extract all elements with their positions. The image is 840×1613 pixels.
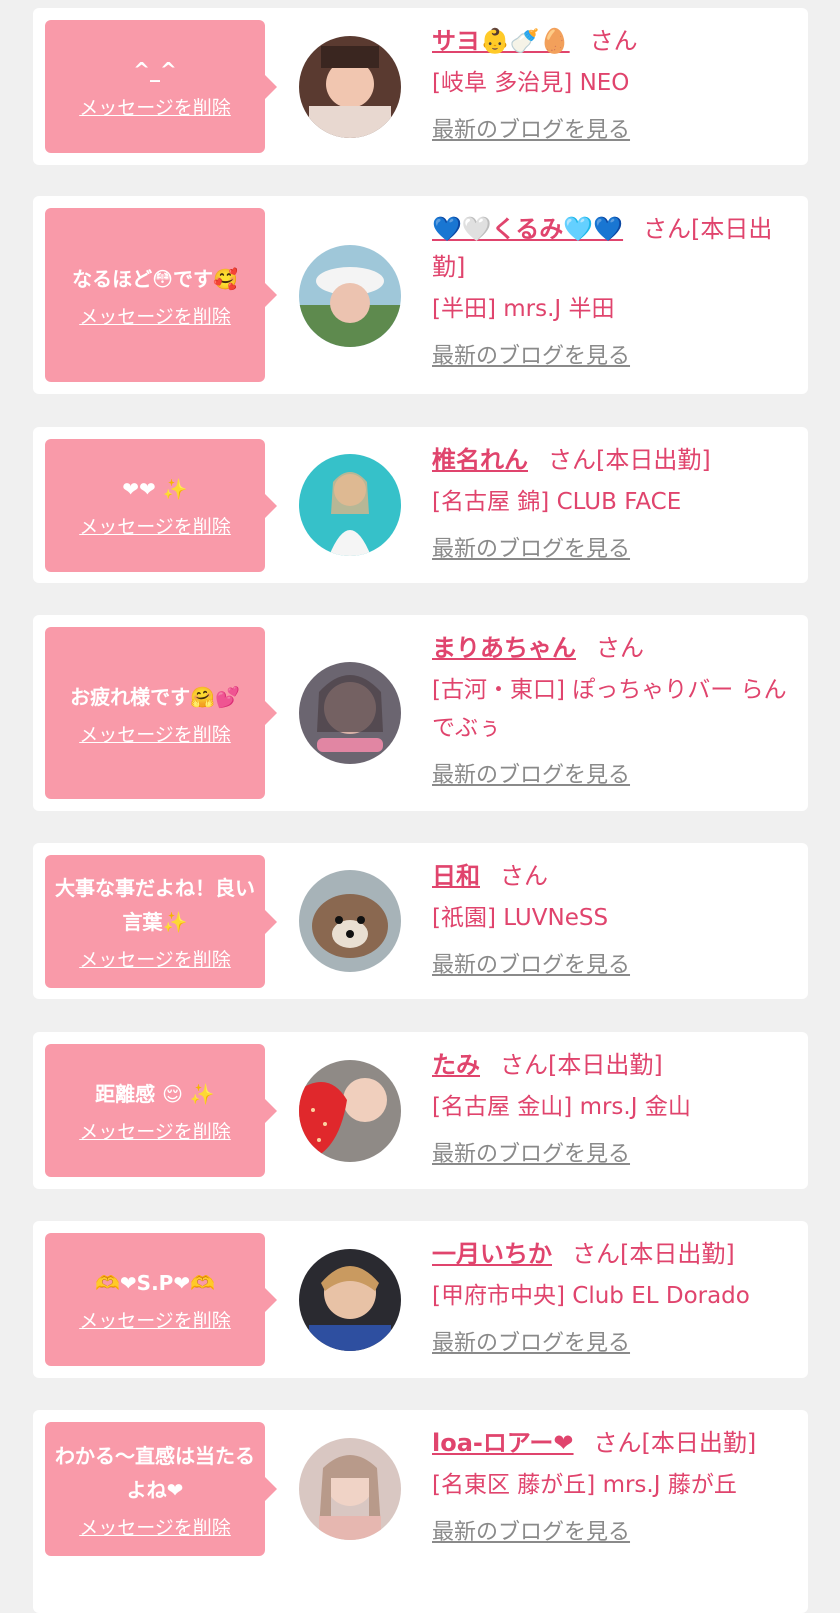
shop-info: [半田] mrs.J 半田: [432, 296, 615, 322]
card-info: 💙🤍くるみ🩵💙 さん[本日出勤] [半田] mrs.J 半田 最新のブログを見る: [432, 210, 794, 370]
user-name-link[interactable]: 一月いちか: [432, 1240, 552, 1268]
delete-message-link[interactable]: メッセージを削除: [79, 93, 231, 120]
message-card: ^_^ メッセージを削除 サヨ👶🍼🥚 さん [岐阜 多治見] NEO 最新のブログ…: [33, 8, 808, 165]
user-name-link[interactable]: 椎名れん: [432, 446, 528, 474]
shop-info: [名古屋 錦] CLUB FACE: [432, 489, 682, 515]
latest-blog-link[interactable]: 最新のブログを見る: [432, 531, 630, 563]
card-info: サヨ👶🍼🥚 さん [岐阜 多治見] NEO 最新のブログを見る: [432, 22, 794, 144]
message-bubble: ^_^ メッセージを削除: [45, 20, 277, 153]
message-card: 距離感 😌 ✨ メッセージを削除 たみ さん[本日出勤] [名古屋 金山] mrs…: [33, 1032, 808, 1189]
card-info: 日和 さん [祇園] LUVNeSS 最新のブログを見る: [432, 857, 794, 979]
avatar[interactable]: [299, 454, 401, 556]
name-line: 椎名れん さん[本日出勤]: [432, 441, 794, 479]
latest-blog-link[interactable]: 最新のブログを見る: [432, 1325, 630, 1357]
name-suffix: さん: [596, 634, 644, 662]
message-text: 🫶❤S.P❤🫶: [95, 1271, 215, 1295]
latest-blog-link[interactable]: 最新のブログを見る: [432, 112, 630, 144]
avatar[interactable]: [299, 36, 401, 138]
name-suffix: さん[本日出勤]: [500, 1051, 663, 1079]
name-suffix: さん[本日出勤]: [572, 1240, 735, 1268]
message-bubble: なるほど😳です🥰 メッセージを削除: [45, 208, 277, 382]
shop-info: [古河・東口] ぽっちゃりバー らんでぶぅ: [432, 677, 787, 741]
latest-blog-link[interactable]: 最新のブログを見る: [432, 1514, 630, 1546]
card-info: たみ さん[本日出勤] [名古屋 金山] mrs.J 金山 最新のブログを見る: [432, 1046, 794, 1168]
name-line: サヨ👶🍼🥚 さん: [432, 22, 794, 60]
message-bubble: ❤❤ ✨ メッセージを削除: [45, 439, 277, 572]
avatar[interactable]: [299, 1438, 401, 1540]
message-bubble: お疲れ様です🤗💕 メッセージを削除: [45, 627, 277, 799]
message-text: わかる〜直感は当たるよね❤: [55, 1443, 255, 1502]
name-suffix: さん[本日出勤]: [593, 1429, 757, 1457]
name-line: まりあちゃん さん: [432, 629, 794, 667]
shop-info: [岐阜 多治見] NEO: [432, 70, 630, 96]
card-info: まりあちゃん さん [古河・東口] ぽっちゃりバー らんでぶぅ 最新のブログを見る: [432, 629, 794, 789]
message-card: ❤❤ ✨ メッセージを削除 椎名れん さん[本日出勤] [名古屋 錦] CLUB …: [33, 427, 808, 583]
latest-blog-link[interactable]: 最新のブログを見る: [432, 338, 630, 370]
avatar[interactable]: [299, 245, 401, 347]
message-bubble: 大事な事だよね！良い言葉✨ メッセージを削除: [45, 855, 277, 988]
name-suffix: さん[本日出勤]: [548, 446, 711, 474]
message-card: お疲れ様です🤗💕 メッセージを削除 まりあちゃん さん [古河・東口] ぽっちゃり…: [33, 615, 808, 811]
message-text: ❤❤ ✨: [122, 477, 188, 501]
delete-message-link[interactable]: メッセージを削除: [79, 512, 231, 539]
name-suffix: さん: [589, 27, 638, 55]
name-suffix: さん: [500, 862, 548, 890]
latest-blog-link[interactable]: 最新のブログを見る: [432, 947, 630, 979]
delete-message-link[interactable]: メッセージを削除: [79, 720, 231, 747]
delete-message-link[interactable]: メッセージを削除: [79, 1306, 231, 1333]
card-info: 一月いちか さん[本日出勤] [甲府市中央] Club EL Dorado 最新の…: [432, 1235, 794, 1357]
name-line: 一月いちか さん[本日出勤]: [432, 1235, 794, 1273]
shop-info: [祇園] LUVNeSS: [432, 905, 609, 931]
message-text: お疲れ様です🤗💕: [70, 684, 240, 709]
shop-info: [名古屋 金山] mrs.J 金山: [432, 1094, 691, 1120]
delete-message-link[interactable]: メッセージを削除: [79, 302, 231, 329]
name-line: 💙🤍くるみ🩵💙 さん[本日出勤]: [432, 210, 794, 286]
message-text: ^_^: [133, 58, 177, 82]
delete-message-link[interactable]: メッセージを削除: [79, 1513, 231, 1540]
message-text: 距離感 😌 ✨: [95, 1082, 215, 1106]
latest-blog-link[interactable]: 最新のブログを見る: [432, 757, 630, 789]
user-name-link[interactable]: まりあちゃん: [432, 634, 576, 662]
card-info: loa-ロアー❤ さん[本日出勤] [名東区 藤が丘] mrs.J 藤が丘 最新の…: [432, 1424, 794, 1546]
avatar[interactable]: [299, 1060, 401, 1162]
message-text: 大事な事だよね！良い言葉✨: [55, 876, 255, 934]
name-line: たみ さん[本日出勤]: [432, 1046, 794, 1084]
user-name-link[interactable]: たみ: [432, 1051, 480, 1079]
card-info: 椎名れん さん[本日出勤] [名古屋 錦] CLUB FACE 最新のブログを見る: [432, 441, 794, 563]
message-bubble: 🫶❤S.P❤🫶 メッセージを削除: [45, 1233, 277, 1366]
user-name-link[interactable]: 日和: [432, 862, 480, 890]
message-card: なるほど😳です🥰 メッセージを削除 💙🤍くるみ🩵💙 さん[本日出勤] [半田] m…: [33, 196, 808, 394]
avatar[interactable]: [299, 662, 401, 764]
shop-info: [名東区 藤が丘] mrs.J 藤が丘: [432, 1472, 737, 1498]
user-name-link[interactable]: 💙🤍くるみ🩵💙: [432, 215, 623, 243]
avatar[interactable]: [299, 870, 401, 972]
message-card: わかる〜直感は当たるよね❤ メッセージを削除 loa-ロアー❤ さん[本日出勤] …: [33, 1410, 808, 1613]
name-line: loa-ロアー❤ さん[本日出勤]: [432, 1424, 794, 1462]
message-bubble: わかる〜直感は当たるよね❤ メッセージを削除: [45, 1422, 277, 1556]
shop-info: [甲府市中央] Club EL Dorado: [432, 1283, 750, 1309]
user-name-link[interactable]: loa-ロアー❤: [432, 1429, 574, 1457]
message-text: なるほど😳です🥰: [72, 266, 238, 291]
avatar[interactable]: [299, 1249, 401, 1351]
user-name-link[interactable]: サヨ👶🍼🥚: [432, 27, 570, 55]
delete-message-link[interactable]: メッセージを削除: [79, 1117, 231, 1144]
delete-message-link[interactable]: メッセージを削除: [79, 945, 231, 972]
message-card: 🫶❤S.P❤🫶 メッセージを削除 一月いちか さん[本日出勤] [甲府市中央] C…: [33, 1221, 808, 1378]
message-bubble: 距離感 😌 ✨ メッセージを削除: [45, 1044, 277, 1177]
message-list: ^_^ メッセージを削除 サヨ👶🍼🥚 さん [岐阜 多治見] NEO 最新のブログ…: [0, 0, 840, 1613]
name-line: 日和 さん: [432, 857, 794, 895]
latest-blog-link[interactable]: 最新のブログを見る: [432, 1136, 630, 1168]
message-card: 大事な事だよね！良い言葉✨ メッセージを削除 日和 さん [祇園] LUVNeSS…: [33, 843, 808, 999]
